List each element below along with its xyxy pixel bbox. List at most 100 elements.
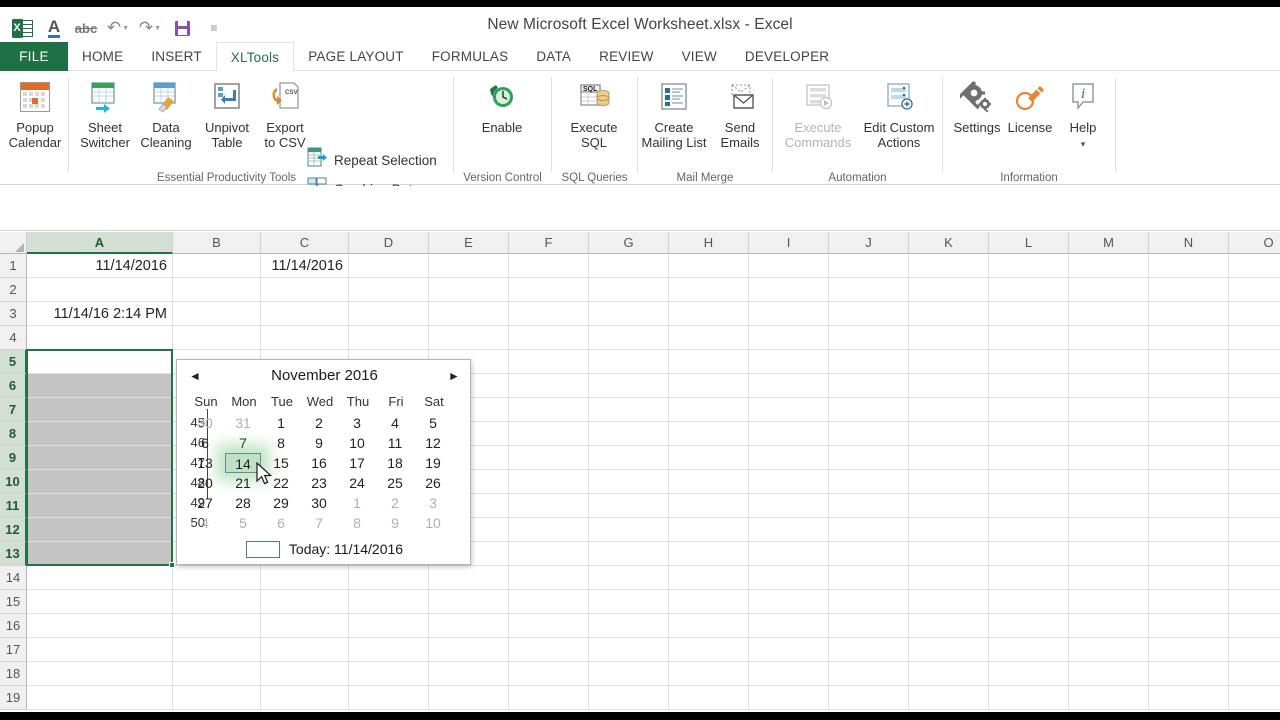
cell-N11[interactable] [1149, 494, 1229, 518]
cell-H10[interactable] [669, 470, 749, 494]
row-header-19[interactable]: 19 [0, 686, 27, 710]
cell-A2[interactable] [27, 278, 173, 302]
cell-F11[interactable] [509, 494, 589, 518]
column-header-C[interactable]: C [261, 232, 349, 254]
cell-M1[interactable] [1069, 254, 1149, 278]
cell-A10[interactable] [27, 470, 173, 494]
calendar-day-5-adjacent[interactable]: 5 [225, 513, 261, 533]
calendar-day-10-adjacent[interactable]: 10 [415, 513, 451, 533]
cell-F4[interactable] [509, 326, 589, 350]
cell-J10[interactable] [829, 470, 909, 494]
row-header-17[interactable]: 17 [0, 638, 27, 662]
calendar-day-25[interactable]: 25 [377, 473, 413, 493]
calendar-day-9[interactable]: 9 [301, 433, 337, 453]
cell-L11[interactable] [989, 494, 1069, 518]
cell-L14[interactable] [989, 566, 1069, 590]
cell-L3[interactable] [989, 302, 1069, 326]
cell-D17[interactable] [349, 638, 429, 662]
tab-insert[interactable]: INSERT [137, 42, 215, 71]
cell-J13[interactable] [829, 542, 909, 566]
cell-F17[interactable] [509, 638, 589, 662]
cell-L17[interactable] [989, 638, 1069, 662]
cell-O17[interactable] [1229, 638, 1280, 662]
cell-I14[interactable] [749, 566, 829, 590]
cell-F13[interactable] [509, 542, 589, 566]
cell-K3[interactable] [909, 302, 989, 326]
cell-J15[interactable] [829, 590, 909, 614]
cell-F3[interactable] [509, 302, 589, 326]
cell-H5[interactable] [669, 350, 749, 374]
row-header-1[interactable]: 1 [0, 254, 27, 278]
cell-A14[interactable] [27, 566, 173, 590]
cell-L12[interactable] [989, 518, 1069, 542]
cell-L7[interactable] [989, 398, 1069, 422]
tab-formulas[interactable]: FORMULAS [418, 42, 523, 71]
cell-C4[interactable] [261, 326, 349, 350]
cell-N8[interactable] [1149, 422, 1229, 446]
cell-L9[interactable] [989, 446, 1069, 470]
cell-H11[interactable] [669, 494, 749, 518]
cell-J5[interactable] [829, 350, 909, 374]
calendar-day-1[interactable]: 1 [263, 413, 299, 433]
cell-K17[interactable] [909, 638, 989, 662]
cell-G14[interactable] [589, 566, 669, 590]
cell-N7[interactable] [1149, 398, 1229, 422]
cell-N12[interactable] [1149, 518, 1229, 542]
column-header-J[interactable]: J [829, 232, 909, 254]
cell-N5[interactable] [1149, 350, 1229, 374]
cell-B14[interactable] [173, 566, 261, 590]
column-header-L[interactable]: L [989, 232, 1069, 254]
cell-F15[interactable] [509, 590, 589, 614]
cell-H18[interactable] [669, 662, 749, 686]
calendar-day-19[interactable]: 19 [415, 453, 451, 473]
cell-G15[interactable] [589, 590, 669, 614]
row-header-18[interactable]: 18 [0, 662, 27, 686]
row-header-9[interactable]: 9 [0, 446, 27, 470]
cell-L18[interactable] [989, 662, 1069, 686]
cell-C18[interactable] [261, 662, 349, 686]
cell-M5[interactable] [1069, 350, 1149, 374]
license-button[interactable]: License [999, 77, 1061, 165]
cell-J14[interactable] [829, 566, 909, 590]
cell-I18[interactable] [749, 662, 829, 686]
cell-N15[interactable] [1149, 590, 1229, 614]
cell-C14[interactable] [261, 566, 349, 590]
cell-G13[interactable] [589, 542, 669, 566]
cell-A3[interactable]: 11/14/16 2:14 PM [27, 302, 173, 326]
calendar-day-28[interactable]: 28 [225, 493, 261, 513]
cell-J4[interactable] [829, 326, 909, 350]
column-header-O[interactable]: O [1229, 232, 1280, 254]
cell-K11[interactable] [909, 494, 989, 518]
cell-M6[interactable] [1069, 374, 1149, 398]
cell-K12[interactable] [909, 518, 989, 542]
cell-O7[interactable] [1229, 398, 1280, 422]
cell-K18[interactable] [909, 662, 989, 686]
row-header-8[interactable]: 8 [0, 422, 27, 446]
cell-J17[interactable] [829, 638, 909, 662]
help-button[interactable]: i Help ▾ [1055, 77, 1111, 165]
cell-D1[interactable] [349, 254, 429, 278]
cell-J9[interactable] [829, 446, 909, 470]
row-header-13[interactable]: 13 [0, 542, 27, 566]
cell-F1[interactable] [509, 254, 589, 278]
calendar-day-7[interactable]: 7 [225, 433, 261, 453]
calendar-day-20[interactable]: 20 [187, 473, 223, 493]
cell-N14[interactable] [1149, 566, 1229, 590]
cell-N16[interactable] [1149, 614, 1229, 638]
cell-N17[interactable] [1149, 638, 1229, 662]
cell-F2[interactable] [509, 278, 589, 302]
cell-B3[interactable] [173, 302, 261, 326]
cell-E19[interactable] [429, 686, 509, 710]
cell-M10[interactable] [1069, 470, 1149, 494]
cell-J8[interactable] [829, 422, 909, 446]
cell-F5[interactable] [509, 350, 589, 374]
cell-J11[interactable] [829, 494, 909, 518]
cell-J16[interactable] [829, 614, 909, 638]
cell-I3[interactable] [749, 302, 829, 326]
cell-A19[interactable] [27, 686, 173, 710]
column-header-F[interactable]: F [509, 232, 589, 254]
cell-L10[interactable] [989, 470, 1069, 494]
cell-N13[interactable] [1149, 542, 1229, 566]
cell-J18[interactable] [829, 662, 909, 686]
enable-version-control-button[interactable]: Enable [467, 77, 537, 165]
